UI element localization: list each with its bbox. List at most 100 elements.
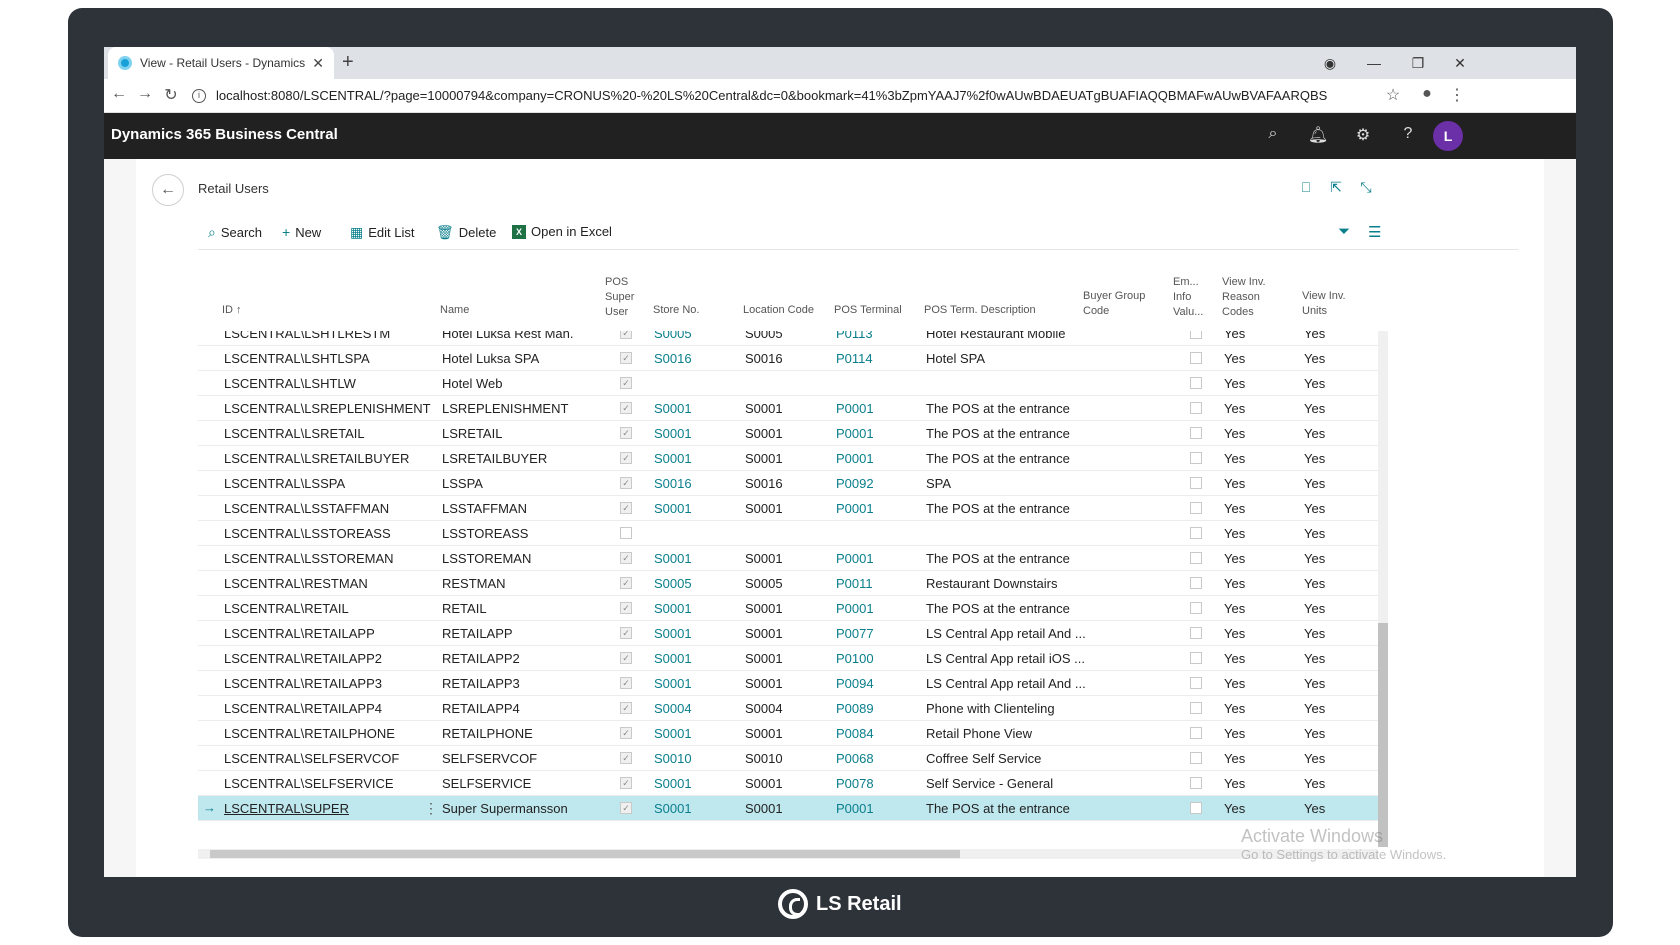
cell-id[interactable]: LSCENTRAL\RETAIL — [224, 601, 349, 616]
em-info-checkbox[interactable] — [1190, 352, 1202, 364]
cell-id[interactable]: LSCENTRAL\LSSTAFFMAN — [224, 501, 389, 516]
cell-pos-terminal[interactable]: P0001 — [836, 601, 874, 616]
more-menu-icon[interactable]: ⋮ — [1446, 85, 1468, 105]
pos-super-user-checkbox[interactable]: ✓ — [620, 477, 632, 489]
table-row[interactable]: LSCENTRAL\RESTMAN RESTMAN ✓ S0005 S0005 P0011… — [198, 571, 1378, 596]
open-new-window-icon[interactable]: ⇱ — [1326, 179, 1346, 196]
pos-super-user-checkbox[interactable]: ✓ — [620, 452, 632, 464]
cell-pos-terminal[interactable]: P0114 — [836, 351, 873, 366]
em-info-checkbox[interactable] — [1190, 331, 1202, 339]
col-header-view-inv-reason-codes[interactable]: View Inv. Reason Codes — [1222, 275, 1270, 320]
table-row[interactable]: LSCENTRAL\RETAILPHONE RETAILPHONE ✓ S0001 S0… — [198, 721, 1378, 746]
cell-pos-terminal[interactable]: P0078 — [836, 776, 874, 791]
cell-store-no[interactable]: S0005 — [654, 576, 692, 591]
pos-super-user-checkbox[interactable]: ✓ — [620, 802, 632, 814]
cell-pos-terminal[interactable]: P0089 — [836, 701, 874, 716]
table-row[interactable]: LSCENTRAL\LSHTLSPA Hotel Luksa SPA ✓ S0016 S… — [198, 346, 1378, 371]
cell-id[interactable]: LSCENTRAL\LSRETAILBUYER — [224, 451, 409, 466]
em-info-checkbox[interactable] — [1190, 802, 1202, 814]
cell-pos-terminal[interactable]: P0077 — [836, 626, 874, 641]
col-header-store-no[interactable]: Store No. — [653, 303, 699, 318]
table-row[interactable]: LSCENTRAL\LSSPA LSSPA ✓ S0016 S0016 P0092 SPA Y… — [198, 471, 1378, 496]
cell-store-no[interactable]: S0010 — [654, 751, 692, 766]
cell-store-no[interactable]: S0001 — [654, 801, 692, 816]
pos-super-user-checkbox[interactable]: ✓ — [620, 331, 632, 339]
forward-arrow-icon[interactable]: → — [134, 85, 156, 103]
table-row[interactable]: LSCENTRAL\LSSTOREMAN LSSTOREMAN ✓ S0001 S000… — [198, 546, 1378, 571]
cell-id[interactable]: LSCENTRAL\SELFSERVICE — [224, 776, 394, 791]
em-info-checkbox[interactable] — [1190, 477, 1202, 489]
cell-id[interactable]: LSCENTRAL\RETAILAPP3 — [224, 676, 382, 691]
col-header-id[interactable]: ID ↑ — [222, 303, 242, 318]
help-icon[interactable]: ? — [1397, 125, 1419, 143]
pos-super-user-checkbox[interactable]: ✓ — [620, 727, 632, 739]
cell-pos-terminal[interactable]: P0001 — [836, 551, 874, 566]
cell-pos-terminal[interactable]: P0001 — [836, 501, 874, 516]
em-info-checkbox[interactable] — [1190, 577, 1202, 589]
pos-super-user-checkbox[interactable]: ✓ — [620, 402, 632, 414]
cell-store-no[interactable]: S0001 — [654, 776, 692, 791]
cell-pos-terminal[interactable]: P0092 — [836, 476, 874, 491]
delete-button[interactable]: 🗑︎ Delete — [436, 224, 496, 241]
table-row[interactable]: LSCENTRAL\RETAILAPP3 RETAILAPP3 ✓ S0001 S000… — [198, 671, 1378, 696]
em-info-checkbox[interactable] — [1190, 627, 1202, 639]
account-icon[interactable]: ● — [1416, 85, 1438, 103]
col-header-buyer-group-code[interactable]: Buyer Group Code — [1083, 289, 1155, 319]
avatar[interactable]: L — [1433, 121, 1463, 151]
em-info-checkbox[interactable] — [1190, 677, 1202, 689]
em-info-checkbox[interactable] — [1190, 452, 1202, 464]
cell-store-no[interactable]: S0001 — [654, 626, 692, 641]
reload-icon[interactable]: ↻ — [160, 85, 182, 105]
cell-id[interactable]: LSCENTRAL\SELFSERVCOF — [224, 751, 399, 766]
bookmark-star-icon[interactable]: ☆ — [1382, 85, 1404, 105]
em-info-checkbox[interactable] — [1190, 602, 1202, 614]
cell-id[interactable]: LSCENTRAL\SUPER — [224, 801, 349, 816]
col-header-view-inv-units[interactable]: View Inv. Units — [1302, 289, 1350, 319]
table-row[interactable]: LSCENTRAL\LSHTLRESTM Hotel Luksa Rest Man… — [198, 331, 1378, 346]
table-row[interactable]: LSCENTRAL\SELFSERVICE SELFSERVICE ✓ S0001 S0… — [198, 771, 1378, 796]
em-info-checkbox[interactable] — [1190, 752, 1202, 764]
pos-super-user-checkbox[interactable]: ✓ — [620, 627, 632, 639]
table-row[interactable]: → ⋮ LSCENTRAL\SUPER Super Supermansson ✓ S000… — [198, 796, 1378, 821]
cell-pos-terminal[interactable]: P0100 — [836, 651, 874, 666]
cell-id[interactable]: LSCENTRAL\RESTMAN — [224, 576, 368, 591]
edit-list-button[interactable]: ▦ Edit List — [350, 224, 414, 241]
pos-super-user-checkbox[interactable]: ✓ — [620, 752, 632, 764]
cell-id[interactable]: LSCENTRAL\LSSTOREASS — [224, 526, 391, 541]
gear-icon[interactable]: ⚙ — [1352, 125, 1374, 145]
window-close-icon[interactable]: ✕ — [1438, 47, 1482, 79]
row-actions-menu-icon[interactable]: ⋮ — [424, 800, 438, 817]
table-row[interactable]: LSCENTRAL\RETAILAPP2 RETAILAPP2 ✓ S0001 S000… — [198, 646, 1378, 671]
table-row[interactable]: LSCENTRAL\LSSTAFFMAN LSSTAFFMAN ✓ S0001 S000… — [198, 496, 1378, 521]
cell-id[interactable]: LSCENTRAL\RETAILAPP — [224, 626, 375, 641]
cell-id[interactable]: LSCENTRAL\LSHTLW — [224, 376, 356, 391]
cell-pos-terminal[interactable]: P0001 — [836, 451, 874, 466]
pos-super-user-checkbox[interactable]: ✓ — [620, 577, 632, 589]
app-title[interactable]: Dynamics 365 Business Central — [111, 126, 338, 143]
table-row[interactable]: LSCENTRAL\LSSTOREASS LSSTOREASS Yes Yes — [198, 521, 1378, 546]
em-info-checkbox[interactable] — [1190, 402, 1202, 414]
pos-super-user-checkbox[interactable]: ✓ — [620, 777, 632, 789]
cell-id[interactable]: LSCENTRAL\LSHTLRESTM — [224, 331, 390, 341]
cell-store-no[interactable]: S0001 — [654, 401, 692, 416]
cell-pos-terminal[interactable]: P0001 — [836, 426, 874, 441]
horizontal-scrollbar[interactable] — [198, 849, 1378, 859]
cell-id[interactable]: LSCENTRAL\RETAILPHONE — [224, 726, 395, 741]
em-info-checkbox[interactable] — [1190, 777, 1202, 789]
cell-id[interactable]: LSCENTRAL\LSSPA — [224, 476, 345, 491]
col-header-name[interactable]: Name — [440, 303, 469, 318]
em-info-checkbox[interactable] — [1190, 502, 1202, 514]
cell-store-no[interactable]: S0001 — [654, 451, 692, 466]
bell-icon[interactable]: 🔔︎ — [1307, 125, 1329, 145]
search-button[interactable]: ⌕ Search — [208, 224, 262, 241]
cell-id[interactable]: LSCENTRAL\RETAILAPP2 — [224, 651, 382, 666]
cell-store-no[interactable]: S0001 — [654, 726, 692, 741]
table-row[interactable]: LSCENTRAL\RETAILAPP4 RETAILAPP4 ✓ S0004 S000… — [198, 696, 1378, 721]
cell-pos-terminal[interactable]: P0094 — [836, 676, 874, 691]
pos-super-user-checkbox[interactable]: ✓ — [620, 677, 632, 689]
cell-pos-terminal[interactable]: P0011 — [836, 576, 873, 591]
pos-super-user-checkbox[interactable]: ✓ — [620, 377, 632, 389]
horizontal-scroll-thumb[interactable] — [210, 850, 960, 858]
pos-super-user-checkbox[interactable]: ✓ — [620, 352, 632, 364]
cell-store-no[interactable]: S0016 — [654, 351, 692, 366]
